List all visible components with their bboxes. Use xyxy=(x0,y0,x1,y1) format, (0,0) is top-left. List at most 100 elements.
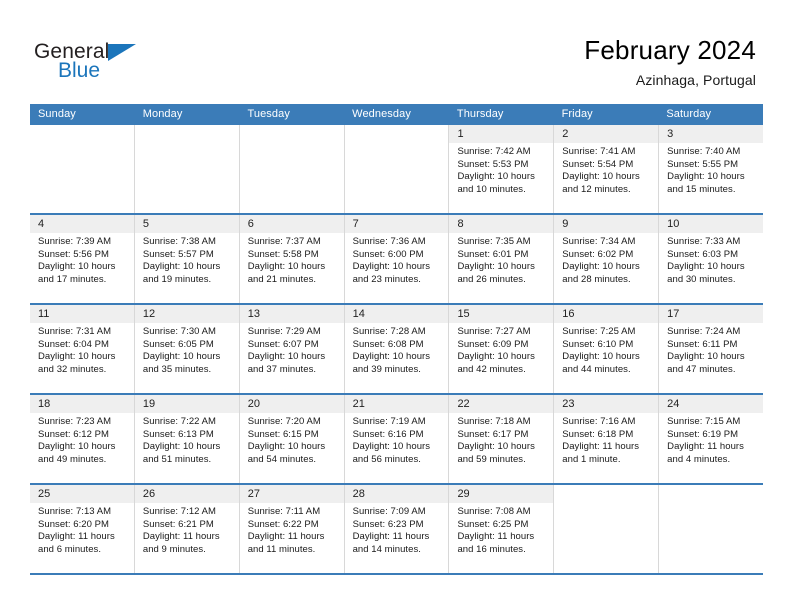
day-cell[interactable]: 24 Sunrise: 7:15 AM Sunset: 6:19 PM Dayligh… xyxy=(659,395,764,483)
daylight-text: Daylight: 10 hours and 39 minutes. xyxy=(352,351,431,375)
day-cell[interactable]: 9 Sunrise: 7:34 AM Sunset: 6:02 PM Daylight… xyxy=(554,215,660,303)
day-cell-empty xyxy=(659,485,764,573)
sunrise-text: Sunrise: 7:18 AM xyxy=(457,416,531,427)
sunset-text: Sunset: 5:57 PM xyxy=(142,248,214,260)
day-cell[interactable]: 8 Sunrise: 7:35 AM Sunset: 6:01 PM Daylight… xyxy=(449,215,555,303)
sunset-text: Sunset: 6:00 PM xyxy=(352,248,424,260)
daylight-text: Daylight: 10 hours and 37 minutes. xyxy=(247,351,326,375)
day-number-band: 15 xyxy=(449,305,554,323)
day-cell[interactable]: 29 Sunrise: 7:08 AM Sunset: 6:25 PM Dayligh… xyxy=(449,485,555,573)
day-cell[interactable]: 20 Sunrise: 7:20 AM Sunset: 6:15 PM Dayligh… xyxy=(239,395,345,483)
day-details: Sunrise: 7:23 AM Sunset: 6:12 PM Daylight:… xyxy=(30,413,134,474)
day-cell[interactable]: 5 Sunrise: 7:38 AM Sunset: 5:57 PM Daylight… xyxy=(134,215,240,303)
day-cell[interactable]: 11 Sunrise: 7:31 AM Sunset: 6:04 PM Dayligh… xyxy=(30,305,135,393)
day-details: Sunrise: 7:22 AM Sunset: 6:13 PM Daylight:… xyxy=(135,413,239,474)
day-number: 20 xyxy=(247,398,260,410)
sunset-text: Sunset: 5:54 PM xyxy=(562,158,634,170)
day-details: Sunrise: 7:33 AM Sunset: 6:03 PM Daylight:… xyxy=(659,233,763,294)
day-number-band: 21 xyxy=(344,395,449,413)
calendar-grid: Sunday Monday Tuesday Wednesday Thursday Frid… xyxy=(30,104,764,575)
day-cell[interactable]: 7 Sunrise: 7:36 AM Sunset: 6:00 PM Daylight… xyxy=(344,215,450,303)
day-number: 16 xyxy=(562,308,575,320)
sunset-text: Sunset: 6:25 PM xyxy=(457,518,529,530)
day-number: 23 xyxy=(562,398,575,410)
daylight-text: Daylight: 10 hours and 28 minutes. xyxy=(562,261,640,285)
day-details: Sunrise: 7:27 AM Sunset: 6:09 PM Daylight:… xyxy=(449,323,553,384)
sunset-text: Sunset: 6:17 PM xyxy=(457,428,529,440)
day-details: Sunrise: 7:30 AM Sunset: 6:05 PM Daylight:… xyxy=(135,323,239,384)
sunrise-text: Sunrise: 7:29 AM xyxy=(247,326,321,337)
day-number: 12 xyxy=(142,308,156,320)
day-details: Sunrise: 7:31 AM Sunset: 6:04 PM Daylight:… xyxy=(30,323,134,384)
day-cell[interactable]: 23 Sunrise: 7:16 AM Sunset: 6:18 PM Dayligh… xyxy=(554,395,660,483)
day-details xyxy=(135,143,239,154)
day-details xyxy=(240,143,344,154)
day-number-band: 3 xyxy=(659,125,764,143)
day-details: Sunrise: 7:09 AM Sunset: 6:23 PM Daylight:… xyxy=(345,503,449,564)
daylight-text: Daylight: 11 hours and 4 minutes. xyxy=(667,441,744,465)
daylight-text: Daylight: 10 hours and 42 minutes. xyxy=(457,351,535,375)
sunrise-text: Sunrise: 7:27 AM xyxy=(457,326,531,337)
sunrise-text: Sunrise: 7:13 AM xyxy=(38,506,112,517)
day-cell[interactable]: 3 Sunrise: 7:40 AM Sunset: 5:55 PM Daylight… xyxy=(659,125,764,213)
sunset-text: Sunset: 6:21 PM xyxy=(142,518,214,530)
day-cell[interactable]: 26 Sunrise: 7:12 AM Sunset: 6:21 PM Dayligh… xyxy=(134,485,240,573)
calendar-week-row: 18 Sunrise: 7:23 AM Sunset: 6:12 PM Dayligh… xyxy=(30,393,764,483)
day-cell[interactable]: 15 Sunrise: 7:27 AM Sunset: 6:09 PM Dayligh… xyxy=(449,305,555,393)
day-cell[interactable]: 10 Sunrise: 7:33 AM Sunset: 6:03 PM Dayligh… xyxy=(659,215,764,303)
day-number: 22 xyxy=(457,398,470,410)
day-number: 14 xyxy=(352,308,365,320)
day-details: Sunrise: 7:40 AM Sunset: 5:55 PM Daylight:… xyxy=(659,143,763,204)
day-number: 28 xyxy=(352,488,365,500)
sunrise-text: Sunrise: 7:25 AM xyxy=(562,326,636,337)
calendar-week-row: 1 Sunrise: 7:42 AM Sunset: 5:53 PM Daylight… xyxy=(30,125,764,213)
day-cell[interactable]: 27 Sunrise: 7:11 AM Sunset: 6:22 PM Dayligh… xyxy=(239,485,345,573)
day-cell[interactable]: 6 Sunrise: 7:37 AM Sunset: 5:58 PM Daylight… xyxy=(239,215,345,303)
day-number-band: 26 xyxy=(134,485,239,503)
weekday-header-saturday: Saturday xyxy=(666,108,712,120)
day-cell[interactable]: 21 Sunrise: 7:19 AM Sunset: 6:16 PM Dayligh… xyxy=(344,395,450,483)
day-number-band: 5 xyxy=(134,215,239,233)
day-number: 7 xyxy=(352,218,359,230)
day-cell[interactable]: 14 Sunrise: 7:28 AM Sunset: 6:08 PM Dayligh… xyxy=(344,305,450,393)
day-number: 5 xyxy=(142,218,149,230)
day-number-band: 11 xyxy=(30,305,134,323)
sunrise-text: Sunrise: 7:20 AM xyxy=(247,416,321,427)
day-details: Sunrise: 7:16 AM Sunset: 6:18 PM Daylight:… xyxy=(554,413,658,474)
day-cell[interactable]: 1 Sunrise: 7:42 AM Sunset: 5:53 PM Daylight… xyxy=(449,125,555,213)
day-cell[interactable]: 13 Sunrise: 7:29 AM Sunset: 6:07 PM Dayligh… xyxy=(239,305,345,393)
day-details xyxy=(30,143,134,154)
day-details: Sunrise: 7:37 AM Sunset: 5:58 PM Daylight:… xyxy=(240,233,344,294)
sunset-text: Sunset: 6:02 PM xyxy=(562,248,634,260)
day-cell[interactable]: 12 Sunrise: 7:30 AM Sunset: 6:05 PM Dayligh… xyxy=(134,305,240,393)
day-number-band xyxy=(239,125,344,143)
daylight-text: Daylight: 10 hours and 56 minutes. xyxy=(352,441,431,465)
day-cell[interactable]: 22 Sunrise: 7:18 AM Sunset: 6:17 PM Dayligh… xyxy=(449,395,555,483)
day-number-band: 17 xyxy=(659,305,764,323)
day-cell[interactable]: 19 Sunrise: 7:22 AM Sunset: 6:13 PM Dayligh… xyxy=(134,395,240,483)
weekday-header-tuesday: Tuesday xyxy=(247,108,290,120)
day-cell[interactable]: 2 Sunrise: 7:41 AM Sunset: 5:54 PM Daylight… xyxy=(554,125,660,213)
day-number: 17 xyxy=(667,308,680,320)
day-number: 10 xyxy=(667,218,680,230)
day-number-band: 6 xyxy=(239,215,344,233)
daylight-text: Daylight: 10 hours and 17 minutes. xyxy=(38,261,116,285)
day-number-band: 23 xyxy=(554,395,659,413)
daylight-text: Daylight: 10 hours and 51 minutes. xyxy=(142,441,221,465)
day-cell[interactable]: 4 Sunrise: 7:39 AM Sunset: 5:56 PM Daylight… xyxy=(30,215,135,303)
calendar-week-row: 25 Sunrise: 7:13 AM Sunset: 6:20 PM Dayligh… xyxy=(30,483,764,573)
sunrise-text: Sunrise: 7:08 AM xyxy=(457,506,531,517)
sunset-text: Sunset: 5:55 PM xyxy=(667,158,739,170)
day-details: Sunrise: 7:20 AM Sunset: 6:15 PM Daylight:… xyxy=(240,413,344,474)
sunset-text: Sunset: 6:18 PM xyxy=(562,428,634,440)
day-number-band: 19 xyxy=(134,395,239,413)
day-cell-empty xyxy=(239,125,345,213)
day-cell[interactable]: 28 Sunrise: 7:09 AM Sunset: 6:23 PM Dayligh… xyxy=(344,485,450,573)
sunset-text: Sunset: 6:08 PM xyxy=(352,338,424,350)
day-cell[interactable]: 18 Sunrise: 7:23 AM Sunset: 6:12 PM Dayligh… xyxy=(30,395,135,483)
day-cell[interactable]: 16 Sunrise: 7:25 AM Sunset: 6:10 PM Dayligh… xyxy=(554,305,660,393)
day-cell[interactable]: 25 Sunrise: 7:13 AM Sunset: 6:20 PM Dayligh… xyxy=(30,485,135,573)
day-cell[interactable]: 17 Sunrise: 7:24 AM Sunset: 6:11 PM Dayligh… xyxy=(659,305,764,393)
day-number-band xyxy=(659,485,764,503)
weekday-header-thursday: Thursday xyxy=(456,108,504,120)
